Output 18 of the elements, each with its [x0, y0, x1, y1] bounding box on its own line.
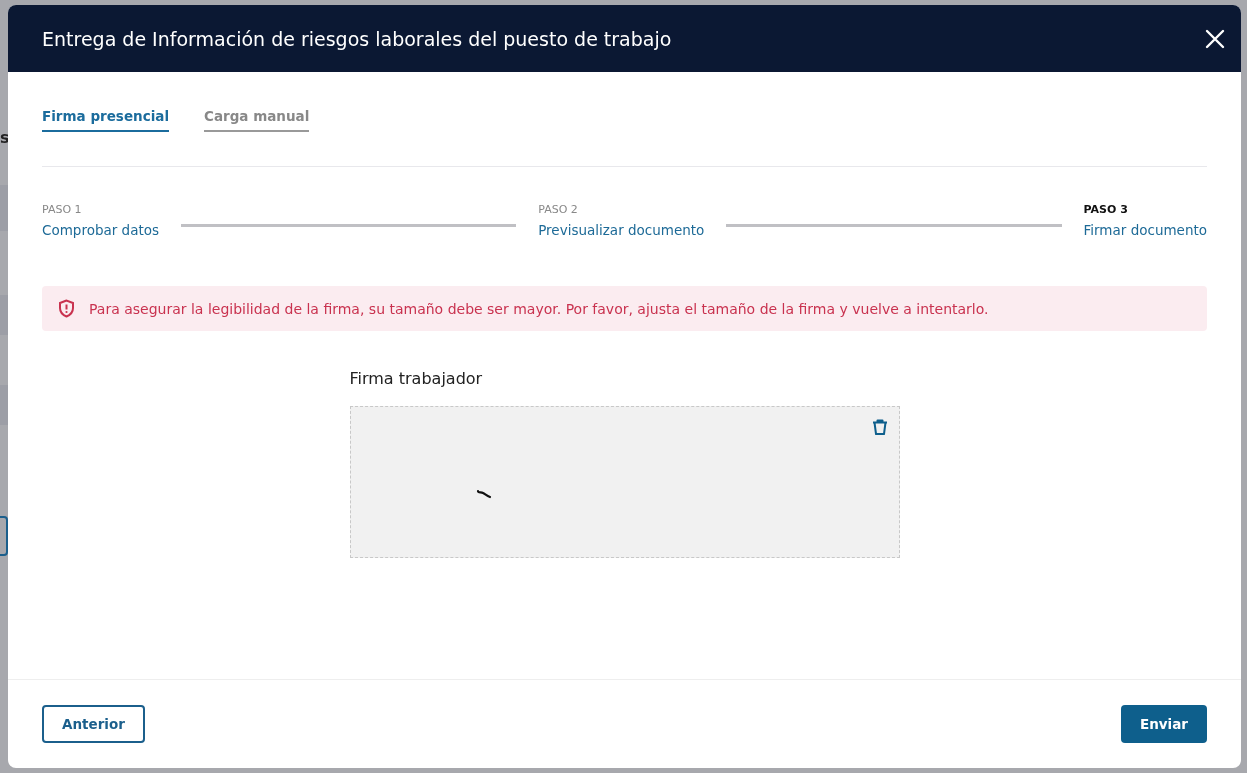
- signature-stroke: [475, 489, 492, 499]
- step-label: PASO 3: [1083, 203, 1129, 216]
- background-text: s: [0, 128, 10, 148]
- step-title: Previsualizar documento: [538, 222, 705, 238]
- tab[interactable]: Firma presencial: [42, 108, 170, 132]
- tab[interactable]: Carga manual: [204, 108, 310, 132]
- step-label: PASO 1: [42, 203, 83, 216]
- secondary-button[interactable]: Anterior: [42, 705, 145, 743]
- step-title: Firmar documento: [1083, 222, 1207, 238]
- step-title: Comprobar datos: [42, 222, 160, 238]
- trash-icon[interactable]: [870, 418, 889, 436]
- step-label: PASO 2: [538, 203, 579, 216]
- close-icon: [1205, 28, 1225, 49]
- primary-button[interactable]: Enviar: [1120, 705, 1207, 743]
- alert-message: Para asegurar la legibilidad de la firma, su tamaño debe ser mayor. Por favor, ajusta el tamaño de la firma y vuelve a intentarlo.: [89, 300, 989, 317]
- signature-label: Firma trabajador: [349, 369, 484, 388]
- shield-warning-icon: [58, 299, 75, 318]
- dialog-title: Entrega de Información de riesgos laborales del puesto de trabajo: [42, 27, 672, 50]
